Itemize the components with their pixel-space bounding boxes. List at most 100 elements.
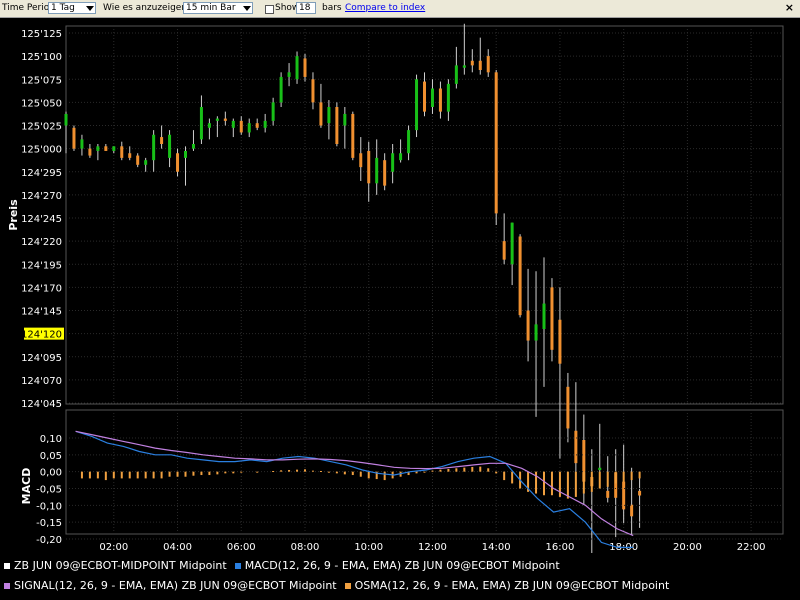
time-tick-label: 04:00 — [163, 542, 192, 553]
price-bar-body — [136, 155, 140, 165]
legend-label: ZB JUN 09@ECBOT-MIDPOINT Midpoint — [14, 559, 227, 572]
price-bar-body — [104, 146, 108, 151]
price-bar-body — [263, 120, 267, 128]
price-bar-body — [518, 236, 522, 316]
display-select[interactable]: 15 min Bar — [183, 2, 253, 14]
legend-item: MACD(12, 26, 9 - EMA, EMA) ZB JUN 09@ECB… — [234, 559, 560, 572]
osma-bar — [216, 471, 219, 475]
osma-bar — [431, 470, 434, 472]
show-bars-input[interactable]: 18 — [296, 2, 316, 14]
time-period-select[interactable]: 1 Tag — [48, 2, 96, 14]
price-bar-body — [215, 118, 219, 121]
osma-bar — [304, 469, 306, 472]
price-tick-label: 124'270 — [21, 191, 62, 202]
price-bar-body — [199, 107, 203, 140]
legend-label: OSMA(12, 26, 9 - EMA, EMA) ZB JUN 09@ECB… — [354, 579, 670, 592]
price-bar — [335, 102, 339, 147]
osma-bar — [638, 471, 641, 479]
price-bar-body — [598, 467, 602, 471]
osma-bar — [543, 471, 545, 496]
chart-area[interactable]: 125'125 125'100 125'075 125'050 125'025 125'0… — [0, 18, 800, 553]
price-bar-body — [160, 137, 164, 144]
price-bar-body — [462, 65, 466, 68]
price-tick-label: 125'100 — [21, 52, 62, 63]
price-bar — [295, 51, 299, 84]
price-bar-body — [295, 56, 299, 80]
time-tick-label: 10:00 — [354, 542, 383, 553]
price-bar-body — [558, 319, 562, 364]
price-bar — [494, 70, 498, 225]
osma-bar — [256, 471, 259, 473]
legend-item: OSMA(12, 26, 9 - EMA, EMA) ZB JUN 09@ECB… — [344, 579, 670, 592]
osma-bar — [192, 471, 195, 476]
time-tick-label: 16:00 — [546, 542, 575, 553]
price-bar-body — [191, 144, 195, 149]
legend-row-1: ZB JUN 09@ECBOT-MIDPOINT Midpoint MACD(12… — [4, 559, 568, 572]
price-bar-body — [430, 88, 434, 107]
osma-bar — [240, 471, 243, 473]
time-tick-label: 12:00 — [418, 542, 447, 553]
price-bar-body — [415, 79, 419, 131]
price-bar-body — [510, 222, 514, 265]
osma-bar — [288, 469, 291, 472]
osma-bar — [104, 471, 107, 481]
price-bar-body — [534, 324, 538, 341]
osma-bar — [383, 471, 386, 481]
price-bar-body — [279, 76, 283, 103]
osma-bar — [455, 468, 458, 472]
osma-bar — [582, 471, 585, 494]
time-tick-label: 06:00 — [227, 542, 256, 553]
price-tick-label: 124'045 — [21, 399, 62, 410]
macd-tick-label: -0,20 — [36, 535, 62, 546]
price-tick-label: 124'245 — [21, 214, 62, 225]
price-bar — [550, 278, 554, 362]
price-bar-body — [446, 83, 450, 112]
legend-swatch — [344, 583, 351, 589]
price-bar-body — [152, 134, 156, 161]
price-bar-body — [128, 153, 132, 158]
price-bar-body — [502, 241, 506, 260]
price-bar-body — [88, 148, 92, 156]
price-bar-body — [526, 310, 530, 341]
price-bar-body — [438, 88, 442, 112]
show-checkbox[interactable] — [265, 5, 274, 14]
osma-bar — [96, 471, 99, 479]
price-bar-body — [423, 81, 426, 112]
display-value: 15 min Bar — [186, 3, 236, 13]
price-tick-label: 125'000 — [21, 145, 62, 156]
price-bar-body — [311, 79, 315, 103]
osma-bar — [144, 471, 147, 479]
time-tick-label: 08:00 — [291, 542, 320, 553]
osma-bar — [160, 471, 163, 479]
price-bar-body — [223, 118, 227, 121]
price-bar-body — [271, 102, 275, 121]
osma-bar — [136, 471, 139, 479]
osma-bar — [208, 471, 211, 476]
osma-bar — [152, 471, 155, 479]
close-icon[interactable]: × — [785, 1, 794, 15]
macd-tick-label: -0,10 — [36, 501, 62, 512]
price-tick-label: 124'195 — [21, 260, 62, 271]
legend-item: SIGNAL(12, 26, 9 - EMA, EMA) ZB JUN 09@E… — [4, 579, 337, 592]
osma-bar — [296, 469, 299, 472]
price-bar-body — [574, 430, 578, 464]
compare-to-index-link[interactable]: Compare to index — [345, 2, 425, 15]
price-tick-label: 125'125 — [21, 29, 62, 40]
osma-bar — [606, 471, 609, 487]
price-tick-label: 124'295 — [21, 168, 62, 179]
price-bar-body — [486, 56, 490, 73]
price-bar-body — [184, 150, 187, 158]
price-bar-body — [207, 123, 211, 128]
osma-bar — [280, 470, 283, 472]
osma-bar — [423, 471, 426, 473]
legend-row-2: SIGNAL(12, 26, 9 - EMA, EMA) ZB JUN 09@E… — [4, 579, 677, 592]
price-bar — [351, 111, 355, 161]
osma-bar — [272, 470, 275, 472]
macd-tick-label: 0,00 — [40, 468, 62, 479]
osma-bar — [598, 471, 601, 489]
osma-bar — [479, 466, 482, 472]
time-tick-label: 22:00 — [737, 542, 766, 553]
price-bar-body — [144, 160, 148, 165]
osma-bar — [471, 466, 474, 472]
price-bar-body — [359, 153, 363, 168]
